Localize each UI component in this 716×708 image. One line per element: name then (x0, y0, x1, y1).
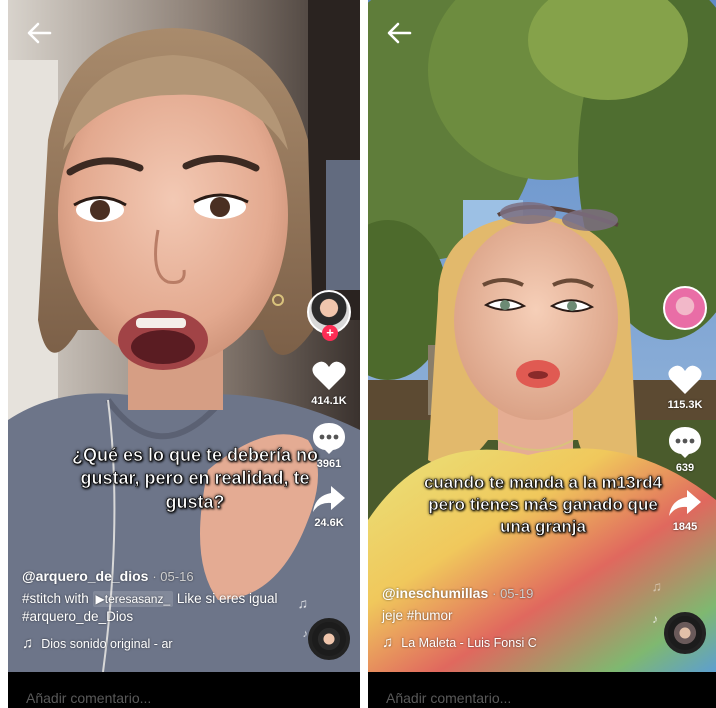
creator-avatar[interactable]: + (307, 290, 351, 341)
like-button[interactable]: 115.3K (658, 364, 712, 411)
post-date: · 05-16 (152, 569, 194, 584)
share-arrow-icon (669, 490, 701, 516)
comment-count: 3961 (316, 458, 342, 470)
like-count: 414.1K (311, 395, 347, 407)
comment-button[interactable]: 3961 (302, 421, 356, 470)
video-caption: cuando te manda a la m13rd4 pero tienes … (423, 473, 663, 537)
music-note-icon: ♫ (22, 635, 34, 653)
music-note-icon: ♫ (382, 634, 394, 652)
comment-input[interactable]: Añadir comentario... (386, 690, 511, 706)
music-disc-icon[interactable] (308, 618, 350, 660)
floating-note-icon: ♪ (652, 612, 658, 626)
like-count: 115.3K (667, 399, 703, 411)
creator-username[interactable]: @arquero_de_dios (22, 568, 148, 584)
creator-username[interactable]: @ineschumillas (382, 585, 488, 601)
floating-note-icon: ♫ (651, 578, 663, 594)
share-button[interactable]: 24.6K (302, 484, 356, 529)
action-sidebar: + 414.1K 3961 24.6K (302, 290, 356, 529)
stitch-user-chip[interactable]: ▶teresasanz_ (92, 591, 174, 608)
action-sidebar: 115.3K 639 1845 (658, 286, 712, 533)
comment-input[interactable]: Añadir comentario... (26, 690, 151, 706)
music-disc-icon[interactable] (664, 612, 706, 654)
comment-button[interactable]: 639 (658, 425, 712, 474)
music-title: La Maleta - Luis Fonsi C (401, 636, 537, 651)
comment-bar[interactable]: Añadir comentario... (8, 672, 360, 708)
video-frame[interactable]: cuando te manda a la m13rd4 pero tienes … (368, 0, 716, 672)
video-info: @ineschumillas · 05-19 jeje #humor ♫ La M… (382, 585, 646, 651)
video-panel-right: cuando te manda a la m13rd4 pero tienes … (368, 0, 716, 708)
post-date: · 05-19 (492, 586, 534, 601)
like-button[interactable]: 414.1K (302, 360, 356, 407)
share-count: 1845 (672, 521, 698, 533)
music-title: Dios sonido original - ar (41, 637, 173, 652)
share-arrow-icon (313, 486, 345, 512)
heart-icon (668, 365, 702, 394)
share-button[interactable]: 1845 (658, 488, 712, 533)
comment-count: 639 (675, 462, 695, 474)
video-caption: ¿Qué es lo que te debería no gustar, per… (71, 445, 319, 512)
creator-avatar[interactable] (663, 286, 707, 330)
comment-bubble-icon (669, 427, 701, 458)
video-description[interactable]: jeje #humor (382, 607, 646, 625)
share-count: 24.6K (314, 517, 344, 529)
back-arrow-icon[interactable] (26, 20, 52, 46)
video-panel-left: ¿Qué es lo que te debería no gustar, per… (8, 0, 360, 708)
video-frame[interactable]: ¿Qué es lo que te debería no gustar, per… (8, 0, 360, 672)
video-description: #stitch with ▶teresasanz_ Like si eres i… (22, 590, 290, 626)
follow-plus-icon[interactable]: + (322, 325, 338, 341)
comment-bubble-icon (313, 423, 345, 454)
heart-icon (312, 361, 346, 390)
floating-note-icon: ♫ (297, 595, 309, 611)
music-info[interactable]: ♫ Dios sonido original - ar (22, 635, 290, 652)
music-info[interactable]: ♫ La Maleta - Luis Fonsi C (382, 634, 646, 651)
video-info: @arquero_de_dios · 05-16 #stitch with ▶t… (22, 568, 290, 652)
back-arrow-icon[interactable] (386, 20, 412, 46)
description-prefix[interactable]: #stitch with (22, 591, 89, 606)
comment-bar[interactable]: Añadir comentario... (368, 672, 716, 708)
